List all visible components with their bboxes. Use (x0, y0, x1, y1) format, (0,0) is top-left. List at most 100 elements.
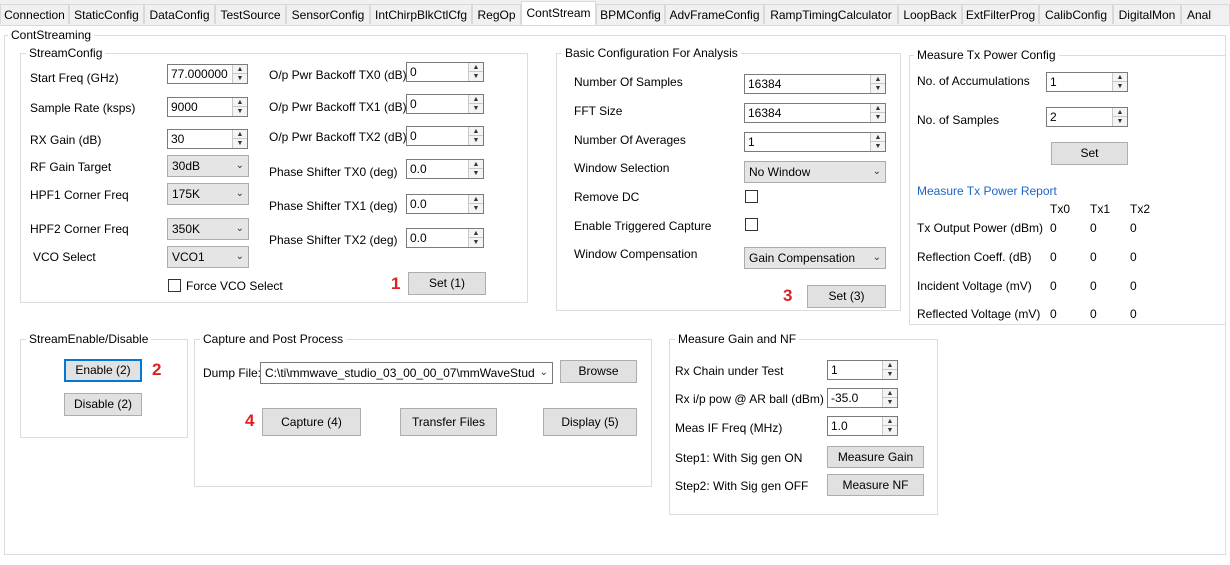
capture-button[interactable]: Capture (4) (262, 408, 361, 436)
remove-dc-checkbox[interactable] (745, 190, 758, 203)
ps1-label: Phase Shifter TX1 (deg) (269, 199, 398, 213)
step-marker-4: 4 (245, 411, 255, 430)
tab-calibconfig[interactable]: CalibConfig (1039, 4, 1113, 24)
tab-intchirpblkctlcfg[interactable]: IntChirpBlkCtlCfg (370, 4, 472, 24)
spinner-arrows-icon[interactable]: ▲ ▼ (882, 417, 897, 435)
tx0-backoff-input[interactable]: 0 ▲ ▼ (406, 62, 484, 82)
spinner-arrows-icon[interactable]: ▲ ▼ (468, 195, 483, 213)
rf-gain-select[interactable]: 30dB ⌄ (167, 155, 249, 177)
disable-button[interactable]: Disable (2) (64, 393, 142, 416)
spinner-arrows-icon[interactable]: ▲ ▼ (1112, 73, 1127, 91)
spinner-arrows-icon[interactable]: ▲ ▼ (882, 361, 897, 379)
rx-chain-input[interactable]: 1 ▲ ▼ (827, 360, 898, 380)
transfer-files-button[interactable]: Transfer Files (400, 408, 497, 436)
page-title: ContStreaming (8, 28, 95, 42)
dump-file-select[interactable]: C:\ti\mmwave_studio_03_00_00_07\mmWaveSt… (260, 362, 553, 384)
rx-gain-input[interactable]: 30 ▲ ▼ (167, 129, 248, 149)
dump-file-label: Dump File: (203, 366, 262, 380)
spinner-arrows-icon[interactable]: ▲ ▼ (882, 389, 897, 407)
force-vco-checkbox[interactable] (168, 279, 181, 292)
display-button[interactable]: Display (5) (543, 408, 637, 436)
win-comp-select[interactable]: Gain Compensation ⌄ (744, 247, 886, 269)
tx2-backoff-input[interactable]: 0 ▲ ▼ (406, 126, 484, 146)
tab-contstream[interactable]: ContStream (521, 1, 596, 25)
step-marker-2: 2 (152, 360, 162, 379)
window-select[interactable]: No Window ⌄ (744, 161, 886, 183)
hpf2-select[interactable]: 350K ⌄ (167, 218, 249, 240)
tab-dataconfig[interactable]: DataConfig (144, 4, 215, 24)
chevron-down-icon: ⌄ (872, 166, 881, 177)
report-row-label: Reflected Voltage (mV) (917, 307, 1041, 321)
samples-input[interactable]: 2 ▲ ▼ (1046, 107, 1128, 127)
accum-input[interactable]: 1 ▲ ▼ (1046, 72, 1128, 92)
tab-analysis[interactable]: Anal (1181, 4, 1230, 24)
spinner-arrows-icon[interactable]: ▲ ▼ (232, 98, 247, 116)
num-avg-input[interactable]: 1 ▲ ▼ (744, 132, 886, 152)
chevron-down-icon: ⌄ (235, 223, 244, 234)
tab-ramptimingcalculator[interactable]: RampTimingCalculator (764, 4, 898, 24)
tab-loopback[interactable]: LoopBack (898, 4, 962, 24)
ps0-input[interactable]: 0.0 ▲ ▼ (406, 159, 484, 179)
tab-advframeconfig[interactable]: AdvFrameConfig (665, 4, 764, 24)
spinner-arrows-icon[interactable]: ▲ ▼ (870, 104, 885, 122)
spinner-arrows-icon[interactable]: ▲ ▼ (232, 65, 247, 83)
num-samples-input[interactable]: 16384 ▲ ▼ (744, 74, 886, 94)
analysis-set-button[interactable]: Set (3) (807, 285, 886, 308)
tab-bar: Connection StaticConfig DataConfig TestS… (0, 0, 1230, 26)
tab-staticconfig[interactable]: StaticConfig (69, 4, 144, 24)
spinner-arrows-icon[interactable]: ▲ ▼ (1112, 108, 1127, 126)
report-col-tx2: Tx2 (1130, 202, 1151, 216)
report-cell: 0 (1050, 221, 1057, 235)
spinner-arrows-icon[interactable]: ▲ ▼ (870, 75, 885, 93)
spinner-arrows-icon[interactable]: ▲ ▼ (468, 63, 483, 81)
measure-nf-button[interactable]: Measure NF (827, 474, 924, 496)
rx-chain-label: Rx Chain under Test (675, 364, 784, 378)
if-freq-input[interactable]: 1.0 ▲ ▼ (827, 416, 898, 436)
stream-enable-title: StreamEnable/Disable (26, 332, 152, 346)
fft-size-label: FFT Size (574, 104, 623, 118)
num-avg-label: Number Of Averages (574, 133, 686, 147)
start-freq-label: Start Freq (GHz) (30, 71, 119, 85)
fft-size-input[interactable]: 16384 ▲ ▼ (744, 103, 886, 123)
spinner-arrows-icon[interactable]: ▲ ▼ (468, 160, 483, 178)
hpf1-label: HPF1 Corner Freq (30, 188, 129, 202)
trig-capture-checkbox[interactable] (745, 218, 758, 231)
tab-digitalmon[interactable]: DigitalMon (1113, 4, 1181, 24)
start-freq-input[interactable]: 77.000000 ▲ ▼ (167, 64, 248, 84)
tab-bpmconfig[interactable]: BPMConfig (596, 4, 665, 24)
vco-select[interactable]: VCO1 ⌄ (167, 246, 249, 268)
spinner-arrows-icon[interactable]: ▲ ▼ (870, 133, 885, 151)
tab-extfilterprog[interactable]: ExtFilterProg (962, 4, 1039, 24)
ps2-input[interactable]: 0.0 ▲ ▼ (406, 228, 484, 248)
report-row-label: Incident Voltage (mV) (917, 279, 1032, 293)
spinner-arrows-icon[interactable]: ▲ ▼ (468, 95, 483, 113)
samples-label: No. of Samples (917, 113, 1000, 127)
report-cell: 0 (1050, 279, 1057, 293)
trig-capture-label: Enable Triggered Capture (574, 219, 712, 233)
hpf1-select[interactable]: 175K ⌄ (167, 183, 249, 205)
tx-power-set-button[interactable]: Set (1051, 142, 1128, 165)
report-cell: 0 (1130, 307, 1137, 321)
tab-regop[interactable]: RegOp (472, 4, 521, 24)
spinner-arrows-icon[interactable]: ▲ ▼ (468, 127, 483, 145)
sample-rate-input[interactable]: 9000 ▲ ▼ (167, 97, 248, 117)
tx1-backoff-input[interactable]: 0 ▲ ▼ (406, 94, 484, 114)
spinner-arrows-icon[interactable]: ▲ ▼ (232, 130, 247, 148)
enable-button[interactable]: Enable (2) (64, 359, 142, 382)
num-samples-label: Number Of Samples (574, 75, 683, 89)
ps1-input[interactable]: 0.0 ▲ ▼ (406, 194, 484, 214)
stream-config-set-button[interactable]: Set (1) (408, 272, 486, 295)
tab-testsource[interactable]: TestSource (215, 4, 286, 24)
browse-button[interactable]: Browse (560, 360, 637, 383)
report-row-label: Reflection Coeff. (dB) (917, 250, 1032, 264)
measure-gain-button[interactable]: Measure Gain (827, 446, 924, 468)
tab-connection[interactable]: Connection (0, 4, 69, 24)
gain-nf-title: Measure Gain and NF (675, 332, 800, 346)
spinner-arrows-icon[interactable]: ▲ ▼ (468, 229, 483, 247)
report-row-label: Tx Output Power (dBm) (917, 221, 1044, 235)
streamconfig-title: StreamConfig (26, 46, 106, 60)
if-freq-label: Meas IF Freq (MHz) (675, 421, 783, 435)
rx-pow-input[interactable]: -35.0 ▲ ▼ (827, 388, 898, 408)
tab-sensorconfig[interactable]: SensorConfig (286, 4, 370, 24)
chevron-down-icon: ⌄ (539, 367, 548, 378)
